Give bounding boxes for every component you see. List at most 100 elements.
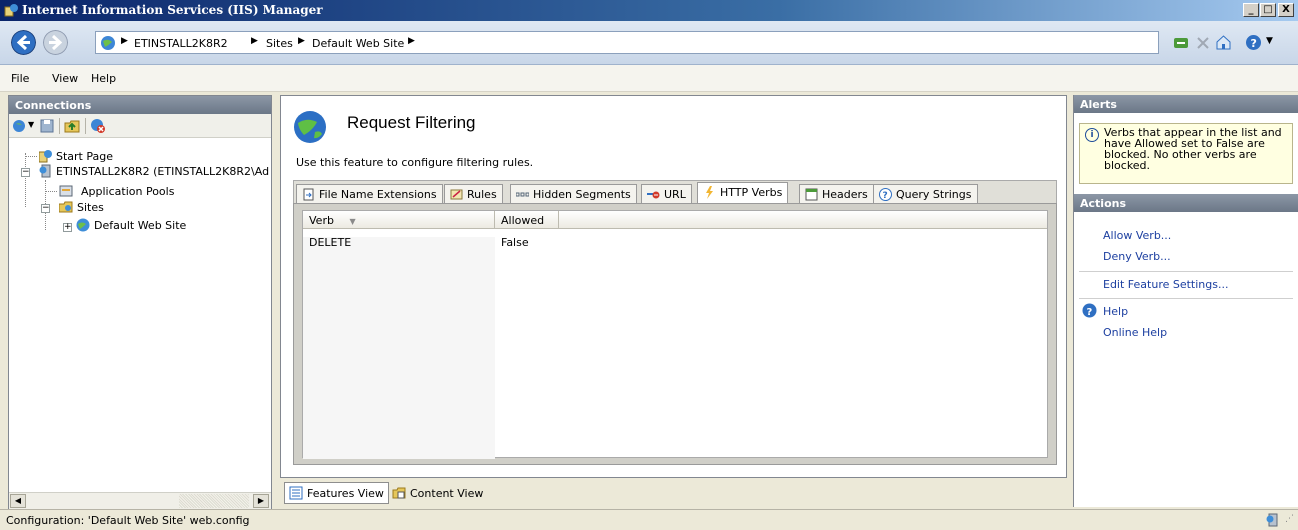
table-row[interactable]: DELETE False [303, 233, 1047, 253]
back-arrow-icon[interactable] [11, 30, 36, 55]
help-dropdown-icon[interactable]: ▼ [1266, 36, 1273, 46]
breadcrumb-sites[interactable]: Sites [266, 37, 293, 50]
menu-file[interactable]: File [11, 72, 29, 85]
deny-verb-link[interactable]: Deny Verb... [1103, 250, 1171, 263]
feature-panel: Request Filtering Use this feature to co… [280, 95, 1067, 478]
help-icon[interactable]: ? [1245, 34, 1262, 51]
iis-app-icon [4, 4, 18, 17]
scroll-left-icon[interactable]: ◀ [10, 494, 26, 508]
breadcrumb-separator: ▶ [408, 36, 415, 46]
verbs-list-frame: Verb ▼ Allowed DELETE False [293, 203, 1057, 465]
scroll-right-icon[interactable]: ▶ [253, 494, 269, 508]
expand-default-web-site-icon[interactable]: + [63, 223, 72, 232]
stop-icon[interactable] [1195, 35, 1211, 51]
connections-header: Connections [9, 96, 271, 114]
actions-panel: Alerts i Verbs that appear in the list a… [1073, 95, 1298, 507]
cell-verb: DELETE [309, 236, 352, 249]
svg-text:?: ? [883, 191, 888, 201]
tree-label: ETINSTALL2K8R2 (ETINSTALL2K8R2\Ad [56, 165, 270, 178]
breadcrumb-separator: ▶ [298, 36, 305, 46]
svg-text:?: ? [1087, 307, 1093, 318]
status-bar: Configuration: 'Default Web Site' web.co… [0, 509, 1298, 530]
toolbar-separator [59, 118, 60, 134]
features-view-icon [289, 486, 303, 500]
close-button[interactable]: X [1278, 3, 1294, 17]
resize-grip-icon[interactable]: ⋰ [1285, 514, 1294, 524]
cell-allowed: False [501, 236, 529, 249]
tab-headers[interactable]: Headers [799, 184, 874, 204]
query-strings-icon: ? [879, 188, 892, 201]
file-extension-icon [303, 188, 314, 201]
menu-help[interactable]: Help [91, 72, 116, 85]
tab-label: HTTP Verbs [720, 186, 783, 199]
page-title: Request Filtering [347, 113, 476, 132]
url-deny-icon [647, 191, 660, 199]
breadcrumb-default-web-site[interactable]: Default Web Site [312, 37, 404, 50]
collapse-sites-icon[interactable]: − [41, 204, 50, 213]
application-pools-icon [59, 185, 73, 197]
collapse-server-icon[interactable]: − [21, 168, 30, 177]
tab-file-name-extensions[interactable]: File Name Extensions [296, 184, 443, 204]
connections-toolbar: ▼ [9, 114, 271, 138]
help-link[interactable]: Help [1103, 305, 1128, 318]
tree-label: Default Web Site [94, 219, 187, 232]
dropdown-arrow-icon[interactable]: ▼ [28, 120, 34, 129]
website-globe-icon [76, 218, 90, 232]
breadcrumb-separator: ▶ [251, 36, 258, 46]
column-label: Allowed [501, 214, 545, 227]
content-view-button[interactable]: Content View [387, 482, 488, 504]
online-help-link[interactable]: Online Help [1103, 326, 1167, 339]
delete-connection-icon[interactable] [90, 118, 106, 134]
window-title-bar[interactable]: Internet Information Services (IIS) Mana… [0, 0, 1298, 21]
column-header-filler [559, 211, 1047, 229]
allow-verb-link[interactable]: Allow Verb... [1103, 229, 1171, 242]
column-header-verb[interactable]: Verb ▼ [303, 211, 495, 229]
create-connection-icon[interactable] [12, 118, 28, 134]
tree-line [25, 156, 37, 157]
actions-separator [1079, 271, 1293, 272]
tree-line [45, 191, 57, 192]
address-field[interactable]: ▶ ETINSTALL2K8R2 ▶ Sites ▶ Default Web S… [95, 31, 1159, 54]
tab-query-strings[interactable]: ? Query Strings [873, 184, 978, 204]
breadcrumb-server[interactable]: ETINSTALL2K8R2 [134, 37, 228, 50]
column-header-allowed[interactable]: Allowed [495, 211, 559, 229]
alert-text: Verbs that appear in the list and have A… [1104, 126, 1282, 172]
server-status-icon [1266, 513, 1278, 527]
server-globe-icon [101, 36, 115, 50]
server-icon [39, 164, 51, 178]
toolbar-separator [85, 118, 86, 134]
edit-feature-settings-link[interactable]: Edit Feature Settings... [1103, 278, 1228, 291]
view-switcher: Features View Content View [280, 480, 1067, 507]
scroll-thumb[interactable] [179, 494, 249, 508]
connect-icon[interactable] [1173, 35, 1189, 51]
tab-hidden-segments[interactable]: Hidden Segments [510, 184, 637, 204]
minimize-button[interactable]: _ [1243, 3, 1259, 17]
menu-view[interactable]: View [52, 72, 78, 85]
horizontal-scrollbar[interactable]: ◀ ▶ [9, 492, 271, 509]
tab-label: Headers [822, 188, 868, 201]
forward-arrow-icon[interactable] [43, 30, 68, 55]
view-label: Features View [307, 487, 384, 500]
info-icon: i [1085, 128, 1099, 142]
alert-message-box: i Verbs that appear in the list and have… [1079, 123, 1293, 184]
actions-header: Actions [1074, 194, 1298, 212]
tab-url[interactable]: URL [641, 184, 692, 204]
tab-http-verbs[interactable]: HTTP Verbs [697, 182, 789, 205]
tab-rules[interactable]: Rules [444, 184, 503, 204]
features-view-button[interactable]: Features View [284, 482, 389, 504]
start-page-icon [39, 150, 52, 163]
svg-text:?: ? [1251, 37, 1257, 50]
home-icon[interactable] [1215, 34, 1232, 51]
column-label: Verb [309, 214, 334, 227]
address-bar: ▶ ETINSTALL2K8R2 ▶ Sites ▶ Default Web S… [0, 21, 1298, 65]
filtering-tab-strip: File Name Extensions Rules Hidden Segmen… [293, 180, 1057, 205]
connections-panel: Connections ▼ Start Page − ETINSTALL2K8R… [8, 95, 272, 510]
headers-icon [805, 188, 818, 201]
save-icon[interactable] [39, 118, 55, 134]
request-filtering-globe-icon [294, 111, 326, 143]
up-folder-icon[interactable] [64, 118, 80, 134]
verbs-grid[interactable]: Verb ▼ Allowed DELETE False [302, 210, 1048, 459]
tree-label: Sites [77, 201, 104, 214]
maximize-button[interactable]: □ [1260, 3, 1276, 17]
actions-separator [1079, 298, 1293, 299]
